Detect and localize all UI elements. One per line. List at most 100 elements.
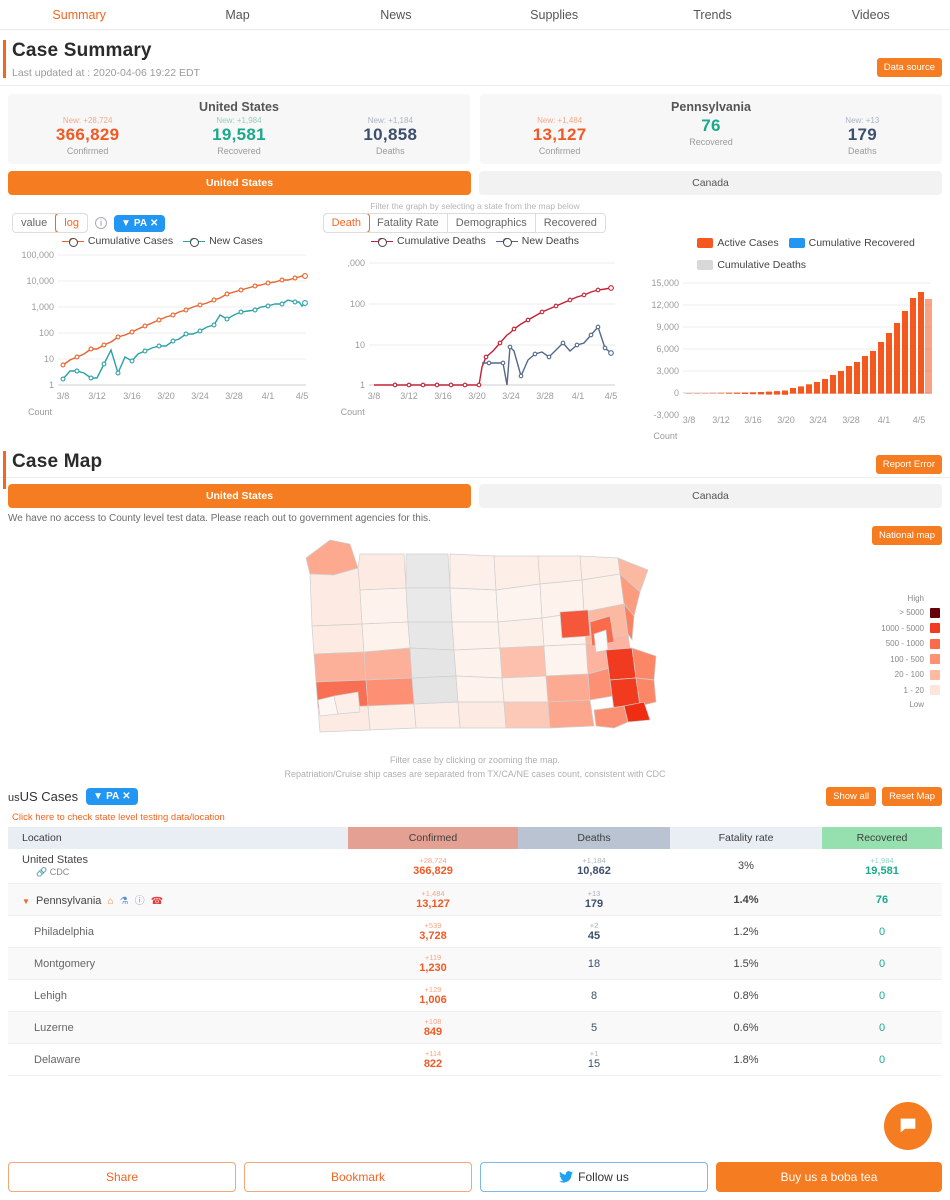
chart-country-toggle: United States Canada	[0, 168, 950, 195]
line-marker-icon	[183, 237, 206, 247]
legend-cumulative-recovered[interactable]: Cumulative Recovered	[788, 237, 915, 249]
tab-recovered[interactable]: Recovered	[535, 214, 605, 232]
cdc-link[interactable]: 🔗 CDC	[22, 867, 348, 878]
line-marker-icon	[495, 237, 518, 247]
svg-text:3/8: 3/8	[57, 391, 70, 401]
legend-range-label: > 5000	[899, 608, 924, 618]
stat-cards: United States New: +28,724 366,829 Confi…	[0, 86, 950, 168]
row-recovered-value: 19,581	[865, 864, 899, 877]
row-location-cell: ▼ Pennsylvania ⌂ ⚗ ⓘ ☎	[8, 883, 348, 916]
legend-new-cases[interactable]: New Cases	[183, 235, 263, 247]
country-toggle-canada[interactable]: Canada	[479, 171, 942, 195]
nav-tab-summary[interactable]: Summary	[0, 8, 158, 22]
state-filter-tag[interactable]: ▼ PA ✕	[113, 214, 166, 232]
data-source-button[interactable]: Data source	[876, 58, 942, 77]
report-error-button[interactable]: Report Error	[875, 455, 942, 474]
legend-label: Cumulative Deaths	[717, 259, 807, 271]
info-icon[interactable]: i	[94, 217, 107, 229]
row-confirmed-value: 13,127	[416, 898, 450, 910]
column-header-deaths[interactable]: Deaths	[518, 827, 670, 849]
svg-text:-3,000: -3,000	[654, 410, 680, 420]
stat-recovered: New: +1,984 19,581 Recovered	[163, 116, 314, 156]
close-icon[interactable]: ✕	[150, 218, 158, 229]
map-county-note: We have no access to County level test d…	[8, 513, 431, 524]
table-state-filter-tag[interactable]: ▼ PA ✕	[86, 788, 138, 805]
buy-boba-tea-button[interactable]: Buy us a boba tea	[716, 1162, 942, 1192]
national-map-button[interactable]: National map	[872, 526, 942, 545]
row-deaths-cell: +1,184 10,862	[518, 849, 670, 884]
chat-bubble-icon	[900, 1118, 916, 1133]
svg-text:3/24: 3/24	[191, 391, 209, 401]
svg-text:4/1: 4/1	[878, 415, 891, 425]
info-circle-icon[interactable]: ⓘ	[135, 896, 145, 907]
expand-collapse-icon[interactable]: ▼	[22, 897, 30, 906]
table-row[interactable]: ▼ Pennsylvania ⌂ ⚗ ⓘ ☎ +1,484 13,127 +13…	[8, 883, 942, 916]
column-header-location[interactable]: Location	[8, 827, 348, 849]
follow-us-button[interactable]: Follow us	[480, 1162, 708, 1192]
nav-tab-news[interactable]: News	[317, 8, 475, 22]
stat-deaths: New: +1,184 10,858 Deaths	[315, 116, 466, 156]
tab-demographics[interactable]: Demographics	[447, 214, 536, 232]
table-row[interactable]: Delaware +114 822 +1 15 1.8% 0	[8, 1043, 942, 1076]
row-deaths-cell: +1 15	[518, 1043, 670, 1076]
value-log-toggle: value log	[12, 213, 88, 233]
country-toggle-united-states[interactable]: United States	[8, 171, 471, 195]
svg-text:3/28: 3/28	[225, 391, 243, 401]
table-row[interactable]: Philadelphia +539 3,728 +2 45 1.2% 0	[8, 915, 942, 948]
legend-cumulative-deaths-bar[interactable]: Cumulative Deaths	[697, 259, 806, 271]
svg-text:4/1: 4/1	[262, 391, 275, 401]
state-testing-data-link[interactable]: Click here to check state level testing …	[0, 808, 950, 827]
legend-cumulative-cases[interactable]: Cumulative Cases	[61, 235, 173, 247]
log-scale-option[interactable]: log	[55, 214, 87, 232]
map-toggle-canada[interactable]: Canada	[479, 484, 942, 508]
map-toggle-united-states[interactable]: United States	[8, 484, 471, 508]
nav-tab-supplies[interactable]: Supplies	[475, 8, 633, 22]
column-header-confirmed[interactable]: Confirmed	[348, 827, 518, 849]
phone-icon[interactable]: ☎	[151, 896, 163, 907]
row-recovered-cell: 76	[822, 883, 942, 916]
show-all-button[interactable]: Show all	[826, 787, 877, 806]
column-header-fatality-rate[interactable]: Fatality rate	[670, 827, 822, 849]
row-fatality-cell: 3%	[670, 849, 822, 884]
row-fatality-cell: 1.2%	[670, 915, 822, 948]
reset-map-button[interactable]: Reset Map	[882, 787, 942, 806]
legend-active-cases[interactable]: Active Cases	[697, 237, 779, 249]
case-summary-header: Case Summary Last updated at : 2020-04-0…	[0, 30, 950, 86]
chat-support-button[interactable]	[884, 1102, 932, 1150]
stat-confirmed: New: +1,484 13,127 Confirmed	[484, 116, 635, 156]
nav-tab-news-label: News	[380, 7, 412, 22]
bookmark-button[interactable]: Bookmark	[244, 1162, 472, 1192]
value-scale-option[interactable]: value	[13, 214, 57, 232]
close-icon[interactable]: ✕	[122, 791, 130, 802]
lab-flask-icon[interactable]: ⚗	[120, 896, 129, 907]
svg-text:100: 100	[350, 299, 365, 309]
row-deaths-cell: 5	[518, 1011, 670, 1044]
tab-death[interactable]: Death	[323, 214, 371, 232]
row-confirmed-value: 1,230	[419, 962, 447, 974]
tab-fatality-rate[interactable]: Fatality Rate	[369, 214, 448, 232]
home-icon[interactable]: ⌂	[107, 896, 113, 907]
column-header-recovered[interactable]: Recovered	[822, 827, 942, 849]
cases-chart-xlabel: Count	[28, 407, 53, 417]
svg-text:3/16: 3/16	[123, 391, 141, 401]
table-row[interactable]: United States 🔗 CDC +28,724 366,829 +1,1…	[8, 849, 942, 884]
table-row[interactable]: Lehigh +129 1,006 8 0.8% 0	[8, 979, 942, 1012]
nav-tab-map[interactable]: Map	[158, 8, 316, 22]
share-button[interactable]: Share	[8, 1162, 236, 1192]
nav-tab-videos[interactable]: Videos	[792, 8, 950, 22]
active-cases-bar-chart[interactable]: 15,000 12,000 9,000 6,000 3,000 0 -3,000	[631, 271, 944, 441]
chart-filter-hint: Filter the graph by selecting a state fr…	[370, 201, 580, 211]
row-recovered-cell: +1,984 19,581	[822, 849, 942, 884]
pennsylvania-choropleth-map[interactable]	[288, 530, 668, 742]
deaths-line-chart[interactable]: ,000 100 10 1 3/8 3/12 3/16 3/20 3/24 3/…	[319, 247, 632, 417]
svg-text:0: 0	[674, 388, 679, 398]
legend-new-deaths[interactable]: New Deaths	[495, 235, 579, 247]
cases-line-chart[interactable]: 100,000 10,000 1,000 100 10 1 3/8 3/12 3…	[6, 247, 319, 417]
nav-tab-trends[interactable]: Trends	[633, 8, 791, 22]
legend-cumulative-deaths[interactable]: Cumulative Deaths	[371, 235, 486, 247]
table-row[interactable]: Montgomery +119 1,230 18 1.5% 0	[8, 947, 942, 980]
legend-row-gt5000: > 5000	[881, 605, 940, 621]
table-row[interactable]: Luzerne +108 849 5 0.6% 0	[8, 1011, 942, 1044]
stat-confirmed-value: 13,127	[532, 125, 587, 144]
legend-label: Cumulative Recovered	[808, 237, 915, 249]
